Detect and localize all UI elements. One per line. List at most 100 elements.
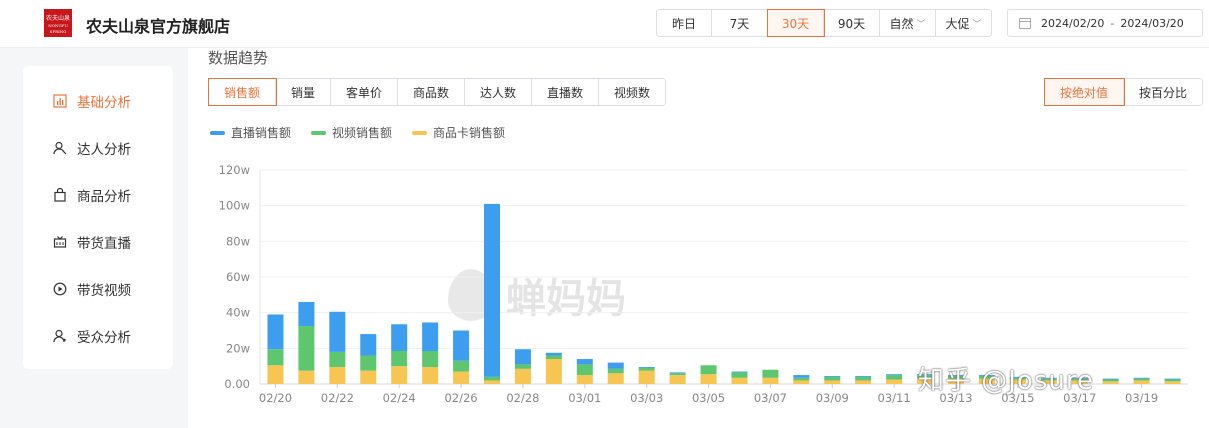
bar-segment (731, 377, 748, 384)
mode-label: 按绝对值 (1059, 85, 1108, 100)
bar-segment (607, 362, 624, 369)
range-label: 自然 (889, 16, 914, 31)
bar-segment (267, 349, 284, 366)
date-start: 2024/02/20 (1041, 16, 1105, 30)
bar-segment (669, 373, 686, 376)
bar-segment (700, 374, 717, 384)
mode-absolute[interactable]: 按绝对值 (1044, 78, 1125, 106)
sidebar-item-label: 带货视频 (77, 283, 131, 299)
bar-segment (1164, 379, 1181, 382)
legend-label: 直播销售额 (231, 126, 292, 140)
zhihu-credit: 知乎 @Josure (918, 366, 1094, 396)
user-icon (53, 141, 67, 155)
bar-segment (700, 365, 717, 375)
tab-label: 商品数 (412, 85, 449, 100)
bar-chart-icon (53, 94, 67, 108)
range-label: 90天 (837, 16, 866, 31)
bar-segment (576, 375, 593, 384)
sidebar-item-video-selling[interactable]: 带货视频 (53, 279, 131, 299)
y-tick-label: 120w (219, 163, 250, 177)
bar-segment (793, 380, 810, 384)
tab-unit-price[interactable]: 客单价 (331, 79, 398, 105)
chart-legend: 直播销售额 视频销售额 商品卡销售额 (210, 124, 525, 141)
date-picker[interactable]: 2024/02/20 - 2024/03/20 (1007, 9, 1203, 37)
x-tick-label: 02/26 (444, 391, 477, 405)
bar-segment (453, 330, 470, 361)
bar-segment (1102, 379, 1119, 382)
bar-segment (298, 301, 315, 327)
metric-tabs: 销售额 销量 客单价 商品数 达人数 直播数 视频数 (208, 78, 666, 106)
bar-segment (329, 351, 346, 368)
bar-segment (545, 359, 562, 384)
bar-segment (514, 368, 531, 384)
sidebar-item-label: 受众分析 (77, 330, 131, 346)
bar-segment (731, 372, 748, 378)
bar-segment (545, 352, 562, 356)
bar-segment (484, 203, 500, 377)
bar-segment (360, 370, 377, 384)
bar-segment (824, 376, 841, 381)
legend-swatch (210, 130, 225, 135)
date-end: 2024/03/20 (1120, 16, 1184, 30)
sidebar-item-label: 商品分析 (77, 189, 131, 205)
bar-segment (731, 371, 748, 373)
bar-segment (1102, 378, 1119, 380)
bar-segment (762, 369, 779, 378)
bar-segment (638, 370, 655, 384)
bar-segment (886, 379, 903, 384)
y-tick-label: 40w (226, 306, 250, 320)
bar-segment (422, 367, 439, 384)
legend-item-card[interactable]: 商品卡销售额 (412, 124, 505, 141)
sidebar: 基础分析 达人分析 商品分析 带货直播 带货视频 受众分析 (23, 66, 173, 369)
x-tick-label: 02/28 (506, 391, 539, 405)
bar-segment (793, 377, 810, 381)
range-7d[interactable]: 7天 (712, 10, 768, 36)
tab-label: 直播数 (546, 85, 583, 100)
sidebar-item-live-selling[interactable]: 带货直播 (53, 232, 131, 252)
range-natural-dropdown[interactable]: 自然 ﹀ (880, 10, 936, 36)
bar-segment (638, 367, 655, 371)
value-mode-toggle: 按绝对值 按百分比 (1044, 78, 1203, 106)
chevron-down-icon: ﹀ (972, 19, 982, 30)
y-tick-label: 0.00 (224, 377, 250, 391)
tab-influencer-count[interactable]: 达人数 (465, 79, 532, 105)
range-30d[interactable]: 30天 (767, 9, 825, 37)
bar-segment (669, 372, 686, 374)
bar-segment (824, 380, 841, 384)
sidebar-item-product-analysis[interactable]: 商品分析 (53, 185, 131, 205)
sidebar-item-audience-analysis[interactable]: 受众分析 (53, 326, 131, 346)
range-90d[interactable]: 90天 (824, 10, 880, 36)
mode-percentage[interactable]: 按百分比 (1124, 79, 1202, 105)
sidebar-item-label: 达人分析 (77, 142, 131, 158)
bar-segment (824, 375, 841, 377)
range-promo-dropdown[interactable]: 大促 ﹀ (936, 10, 991, 36)
bar-segment (1164, 381, 1181, 384)
tab-sales-amount[interactable]: 销售额 (208, 78, 277, 106)
legend-item-live[interactable]: 直播销售额 (210, 124, 291, 141)
bar-segment (298, 326, 315, 371)
bar-segment (267, 314, 284, 350)
date-range-selector: 昨日 7天 30天 90天 自然 ﹀ 大促 ﹀ (656, 9, 992, 37)
logo-text-cn: 农夫山泉 (45, 15, 70, 22)
x-tick-label: 03/09 (816, 391, 849, 405)
bar-segment (886, 374, 903, 376)
tab-label: 销量 (290, 85, 315, 100)
bar-segment (1164, 378, 1181, 380)
bar-segment (762, 377, 779, 384)
tab-live-count[interactable]: 直播数 (532, 79, 599, 105)
tab-label: 客单价 (345, 85, 382, 100)
bar-segment (638, 367, 655, 368)
bar-segment (1102, 381, 1119, 384)
range-yesterday[interactable]: 昨日 (657, 10, 712, 36)
range-label: 30天 (781, 16, 810, 31)
bar-segment (855, 375, 872, 377)
tab-sales-volume[interactable]: 销量 (276, 79, 331, 105)
tab-video-count[interactable]: 视频数 (599, 79, 665, 105)
sidebar-item-basic-analysis[interactable]: 基础分析 (53, 91, 131, 111)
bar-segment (607, 373, 624, 384)
bar-segment (391, 324, 408, 352)
sidebar-item-influencer-analysis[interactable]: 达人分析 (53, 138, 131, 158)
tab-product-count[interactable]: 商品数 (398, 79, 465, 105)
x-tick-label: 03/03 (630, 391, 663, 405)
legend-item-video[interactable]: 视频销售额 (311, 124, 392, 141)
